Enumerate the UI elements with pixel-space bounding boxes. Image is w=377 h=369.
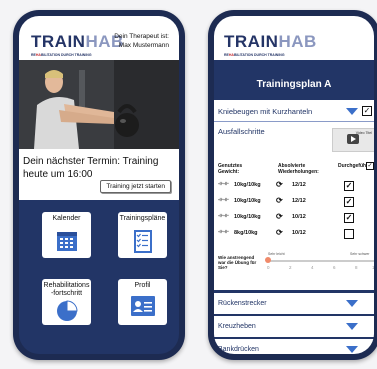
play-icon <box>347 134 359 144</box>
checklist-icon <box>133 230 152 253</box>
phone-plan: TRAINHAB REHABILITATION DURCH TRAINING T… <box>208 10 377 360</box>
chevron-down-icon[interactable] <box>346 300 358 307</box>
training-photo <box>19 60 179 149</box>
set-done-checkbox[interactable]: ✓ <box>344 197 354 207</box>
set-row: ⟛⟛ 8kg/10kg ⟳ 10/12 <box>214 228 374 240</box>
chevron-down-icon[interactable] <box>346 323 358 330</box>
effort-slider-thumb[interactable] <box>265 257 271 263</box>
tile-calendar[interactable]: Kalender <box>42 212 91 258</box>
pie-chart-icon <box>56 300 78 321</box>
exercise-done-checkbox[interactable]: ✓ <box>362 106 372 116</box>
col-reps-header: Absolvierte Wiederholungen: <box>278 163 319 175</box>
exercise-video[interactable]: Video Titel <box>332 128 374 152</box>
chevron-down-icon[interactable] <box>346 346 358 353</box>
set-done-checkbox[interactable] <box>344 229 354 239</box>
dumbbell-icon: ⟛⟛ <box>218 229 229 235</box>
exercise-row-kreuzheben[interactable]: Kreuzheben <box>214 316 374 337</box>
effort-question: Wie anstrengend war die Übung für Sie? <box>218 255 257 270</box>
dumbbell-icon: ⟛⟛ <box>218 181 229 187</box>
start-training-button[interactable]: Training jetzt starten <box>100 180 171 193</box>
plan-header: TRAINHAB REHABILITATION DURCH TRAINING <box>214 16 374 60</box>
calendar-icon <box>56 232 77 251</box>
brand-logo: TRAINHAB REHABILITATION DURCH TRAINING <box>31 32 124 57</box>
repeat-icon: ⟳ <box>276 180 283 189</box>
set-row: ⟛⟛ 10kg/10kg ⟳ 10/12 ✓ <box>218 212 354 223</box>
repeat-icon: ⟳ <box>276 228 283 237</box>
home-header: TRAINHAB REHABILITATION DURCH TRAINING D… <box>19 16 179 60</box>
tile-rehab-progress[interactable]: Rehabilitations -fortschritt <box>42 279 91 325</box>
repeat-icon: ⟳ <box>276 196 283 205</box>
dumbbell-icon: ⟛⟛ <box>218 197 229 203</box>
exercise-row-rueckenstrecker[interactable]: Rückenstrecker <box>214 293 374 314</box>
home-screen: TRAINHAB REHABILITATION DURCH TRAINING D… <box>19 16 179 354</box>
all-done-checkbox[interactable]: ✓ <box>366 162 374 170</box>
exercise-row-kniebeugen[interactable]: Kniebeugen mit Kurzhanteln ✓ <box>214 102 374 118</box>
plan-screen: TRAINHAB REHABILITATION DURCH TRAINING T… <box>214 16 374 354</box>
therapist-info: Dein Therapeut ist: Max Mustermann <box>114 33 169 49</box>
appointment-text: Dein nächster Termin: Training heute um … <box>23 156 159 180</box>
tile-training-plans[interactable]: Trainingspläne <box>118 212 167 258</box>
plan-title: Trainingsplan A <box>214 60 374 100</box>
chevron-down-icon[interactable] <box>346 108 358 115</box>
appointment-panel: Dein nächster Termin: Training heute um … <box>19 149 179 200</box>
exercise-row-bankdruecken[interactable]: Bankdrücken <box>214 339 374 354</box>
effort-slider[interactable] <box>266 260 374 262</box>
set-done-checkbox[interactable]: ✓ <box>344 181 354 191</box>
tile-profile[interactable]: Profil <box>118 279 167 325</box>
profile-card-icon <box>130 296 155 316</box>
set-row: ⟛⟛ 10kg/10kg ⟳ 12/12 ✓ <box>218 196 354 207</box>
set-row: ⟛⟛ 10kg/10kg ⟳ 12/12 ✓ <box>218 180 354 191</box>
brand-logo: TRAINHAB REHABILITATION DURCH TRAINING <box>224 32 317 57</box>
dumbbell-icon: ⟛⟛ <box>218 213 229 219</box>
col-weight-header: Genutztes Gewicht: <box>218 163 243 175</box>
set-done-checkbox[interactable]: ✓ <box>344 213 354 223</box>
repeat-icon: ⟳ <box>276 212 283 221</box>
phone-home: TRAINHAB REHABILITATION DURCH TRAINING D… <box>13 10 185 360</box>
exercise-panel: Kniebeugen mit Kurzhanteln ✓ Ausfallschr… <box>214 100 374 290</box>
